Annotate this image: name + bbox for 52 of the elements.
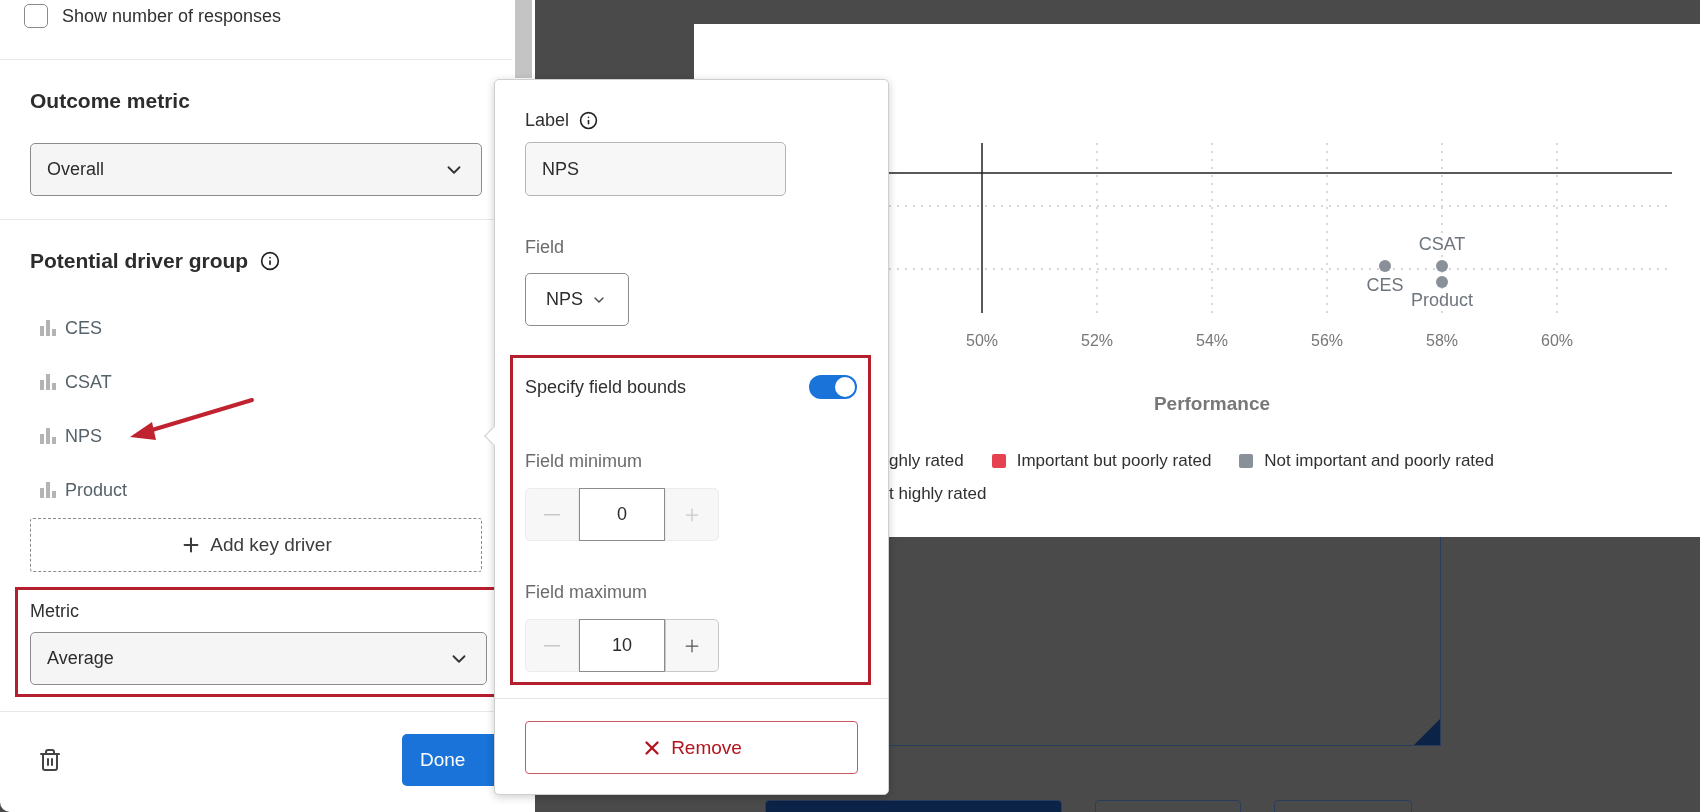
legend-label: Important but poorly rated (1016, 449, 1212, 472)
bar-chart-icon (40, 320, 57, 336)
toggle-switch[interactable] (809, 375, 857, 399)
outcome-select[interactable]: Overall (30, 143, 482, 196)
tick-label: 60% (1541, 332, 1573, 349)
bar-chart-icon (40, 482, 57, 498)
data-point[interactable] (1379, 260, 1391, 272)
point-label: CSAT (1418, 234, 1466, 254)
section-title: Outcome metric (30, 89, 190, 113)
field-label: Metric (30, 600, 80, 623)
trash-icon[interactable] (38, 748, 62, 772)
field-label: Field minimum (525, 450, 643, 473)
remove-button[interactable]: Remove (525, 721, 858, 774)
tick-label: 56% (1311, 332, 1343, 349)
point-label: Product (1411, 290, 1473, 310)
tick-label: 54% (1196, 332, 1228, 349)
point-label: CES (1366, 275, 1404, 295)
tick-label: 50% (966, 332, 998, 349)
info-icon[interactable] (260, 251, 281, 271)
toggle-label: Specify field bounds (525, 376, 687, 399)
field-label: Field maximum (525, 581, 648, 604)
number-field[interactable]: 0 (579, 488, 665, 541)
add-key-driver-button[interactable]: Add key driver (30, 518, 482, 572)
checkbox-label: Show number of responses (62, 5, 282, 28)
checkbox[interactable] (24, 4, 48, 28)
driver-item[interactable]: Product (30, 463, 482, 517)
info-icon[interactable] (579, 110, 599, 130)
legend-label: t highly rated (889, 482, 987, 505)
bar-chart-icon (40, 374, 57, 390)
resize-handle-icon[interactable] (1414, 719, 1440, 745)
bar-chart-icon (40, 428, 57, 444)
legend-label: Not important and poorly rated (1264, 449, 1494, 472)
axis-title: Performance (1153, 393, 1271, 414)
section-title: Potential driver group (30, 249, 249, 273)
scrollbar-thumb[interactable] (515, 0, 532, 78)
data-point[interactable] (1436, 276, 1448, 288)
increase-button[interactable] (665, 619, 719, 672)
label-input[interactable]: NPS (525, 142, 786, 196)
legend-label: ghly rated (889, 449, 964, 472)
minus-icon (544, 513, 560, 516)
field-label: Label (525, 109, 570, 132)
tick-label: 52% (1081, 332, 1113, 349)
driver-item[interactable]: CES (30, 301, 482, 355)
minus-icon (544, 644, 560, 647)
field-select[interactable]: NPS (525, 273, 629, 326)
driver-item[interactable]: CSAT (30, 355, 482, 409)
driver-item[interactable]: NPS (30, 409, 482, 463)
tick-label: 58% (1426, 332, 1458, 349)
data-point[interactable] (1436, 260, 1448, 272)
field-label: Field (525, 236, 564, 259)
number-field[interactable]: 10 (579, 619, 665, 672)
metric-select[interactable]: Average (30, 632, 487, 685)
